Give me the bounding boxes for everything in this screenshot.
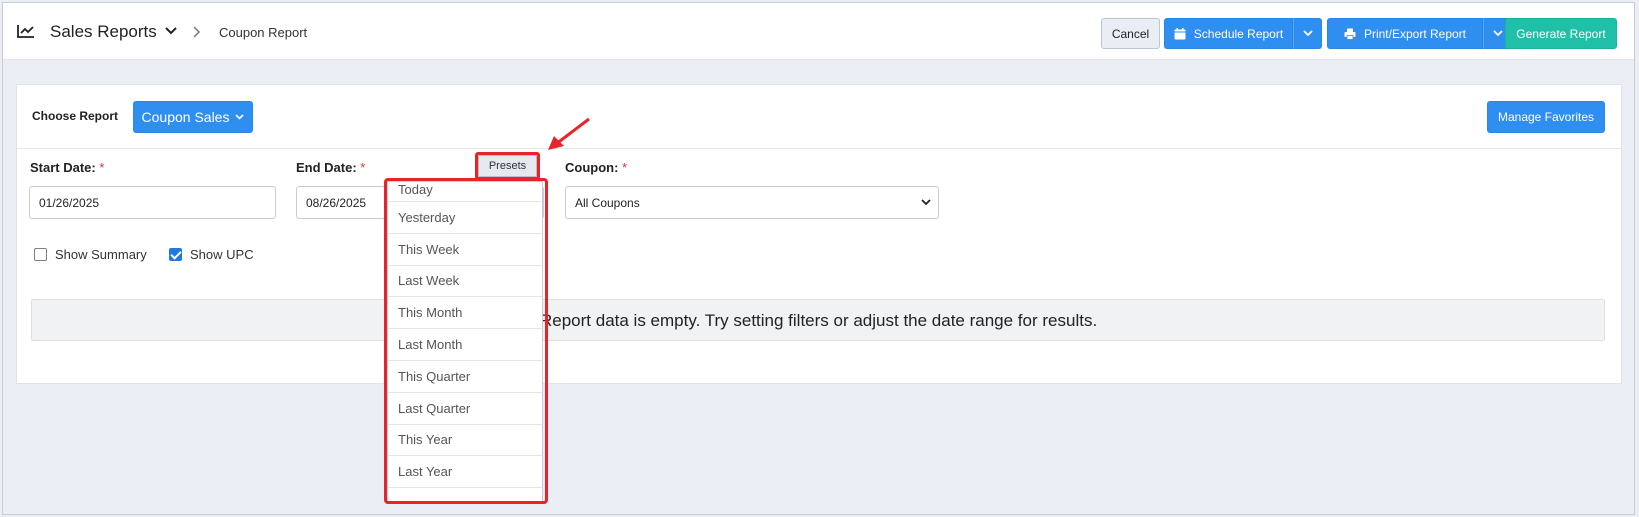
line-chart-icon (17, 25, 34, 38)
chevron-down-icon (1492, 30, 1503, 37)
coupon-select-value: All Coupons (575, 195, 640, 210)
printer-icon (1344, 28, 1356, 40)
show-upc-checkbox-row[interactable]: Show UPC (169, 247, 254, 262)
presets-highlight-box (475, 152, 540, 180)
print-export-label: Print/Export Report (1363, 26, 1467, 41)
chevron-down-icon (235, 114, 245, 120)
choose-report-label: Choose Report (32, 109, 119, 123)
end-date-label: End Date: * (296, 160, 366, 175)
chevron-down-icon (921, 199, 931, 206)
calendar-icon (1174, 27, 1186, 39)
start-date-label: Start Date: * (30, 160, 105, 175)
schedule-report-label: Schedule Report (1193, 26, 1284, 41)
selected-report-label: Coupon Sales (141, 109, 230, 125)
show-upc-label: Show UPC (190, 247, 254, 262)
coupon-select[interactable]: All Coupons (565, 186, 939, 219)
schedule-report-dropdown[interactable] (1293, 18, 1322, 49)
breadcrumb: Coupon Report (219, 25, 308, 40)
annotation-arrow-icon (548, 117, 590, 150)
empty-state-message: Report data is empty. Try setting filter… (540, 311, 1098, 330)
chevron-right-icon (193, 26, 201, 38)
page-title[interactable]: Sales Reports (50, 22, 157, 42)
show-upc-checkbox[interactable] (169, 248, 182, 261)
show-summary-checkbox-row[interactable]: Show Summary (34, 247, 147, 262)
show-summary-label: Show Summary (55, 247, 147, 262)
schedule-report-button[interactable]: Schedule Report (1164, 18, 1293, 49)
print-export-button[interactable]: Print/Export Report (1327, 18, 1483, 49)
cancel-button[interactable]: Cancel (1101, 18, 1160, 49)
start-date-input[interactable]: 01/26/2025 (29, 186, 276, 219)
chevron-down-icon (1302, 30, 1313, 37)
manage-favorites-button[interactable]: Manage Favorites (1487, 101, 1605, 133)
dropdown-highlight-box (384, 178, 548, 504)
coupon-label: Coupon: * (565, 160, 628, 175)
generate-report-button[interactable]: Generate Report (1505, 18, 1617, 49)
show-summary-checkbox[interactable] (34, 248, 47, 261)
card-header: Choose Report Coupon Sales Manage Favori… (17, 85, 1621, 149)
chevron-down-icon[interactable] (165, 27, 177, 35)
choose-report-dropdown[interactable]: Coupon Sales (133, 101, 253, 133)
